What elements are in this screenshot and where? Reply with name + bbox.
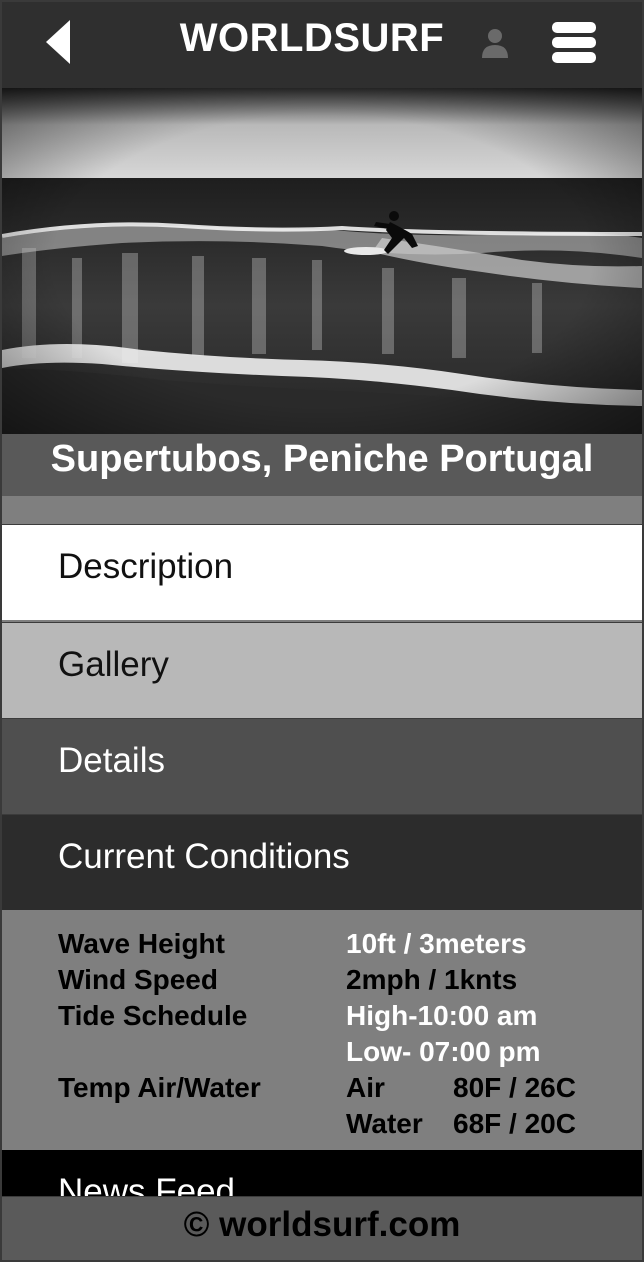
tab-details[interactable]: Details xyxy=(2,718,642,814)
back-arrow-icon[interactable] xyxy=(40,18,80,68)
footer: © worldsurf.com xyxy=(2,1196,642,1260)
tab-gallery[interactable]: Gallery xyxy=(2,622,642,718)
brand-title[interactable]: WORLDSURF xyxy=(152,16,472,61)
hamburger-menu-icon[interactable] xyxy=(550,20,598,66)
tab-description-label: Description xyxy=(58,547,234,586)
spot-title: Supertubos, Peniche Portugal xyxy=(50,438,594,480)
tab-current-conditions-label: Current Conditions xyxy=(58,837,350,876)
tab-gallery-label: Gallery xyxy=(58,645,169,684)
temp-water-value: 68F / 20C xyxy=(453,1108,576,1139)
tide-schedule-label: Tide Schedule xyxy=(58,1000,248,1031)
wind-speed-value: 2mph / 1knts xyxy=(346,964,518,995)
temp-air-value: 80F / 26C xyxy=(453,1072,576,1103)
app-header: WORLDSURF xyxy=(2,2,642,88)
app-frame: WORLDSURF Supertubos, Peniche Portugal D… xyxy=(0,0,644,1262)
temp-label: Temp Air/Water xyxy=(58,1072,261,1103)
wave-height-label: Wave Height xyxy=(58,928,225,959)
user-icon[interactable] xyxy=(478,26,512,60)
spot-title-bar: Supertubos, Peniche Portugal xyxy=(2,434,642,496)
hero-surf-photo xyxy=(2,88,642,434)
wind-speed-label: Wind Speed xyxy=(58,964,218,995)
tide-low-value: Low- 07:00 pm xyxy=(346,1036,541,1067)
temp-water-label: Water xyxy=(346,1108,423,1139)
footer-copyright[interactable]: © worldsurf.com xyxy=(2,1205,642,1245)
temp-air-label: Air xyxy=(346,1072,385,1103)
tab-description[interactable]: Description xyxy=(2,524,642,620)
tide-high-value: High-10:00 am xyxy=(346,1000,538,1031)
tab-current-conditions[interactable]: Current Conditions xyxy=(2,814,642,910)
tab-details-label: Details xyxy=(58,741,165,780)
wave-height-value: 10ft / 3meters xyxy=(346,928,527,959)
conditions-panel: Wave Height 10ft / 3meters Wind Speed 2m… xyxy=(2,910,642,1150)
